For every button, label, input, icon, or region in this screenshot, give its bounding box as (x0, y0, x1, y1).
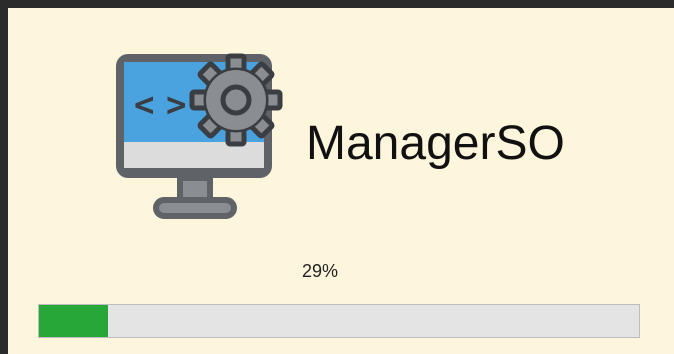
svg-text:>: > (166, 85, 186, 125)
app-title: ManagerSO (306, 117, 565, 170)
splash-window: < > ManagerSO 29% (8, 8, 674, 354)
progress-percent-label: 29% (302, 261, 339, 281)
monitor-code-gear-icon: < > (108, 48, 283, 228)
svg-text:<: < (134, 85, 154, 125)
progress-bar (38, 304, 640, 338)
progress-fill (39, 305, 108, 337)
